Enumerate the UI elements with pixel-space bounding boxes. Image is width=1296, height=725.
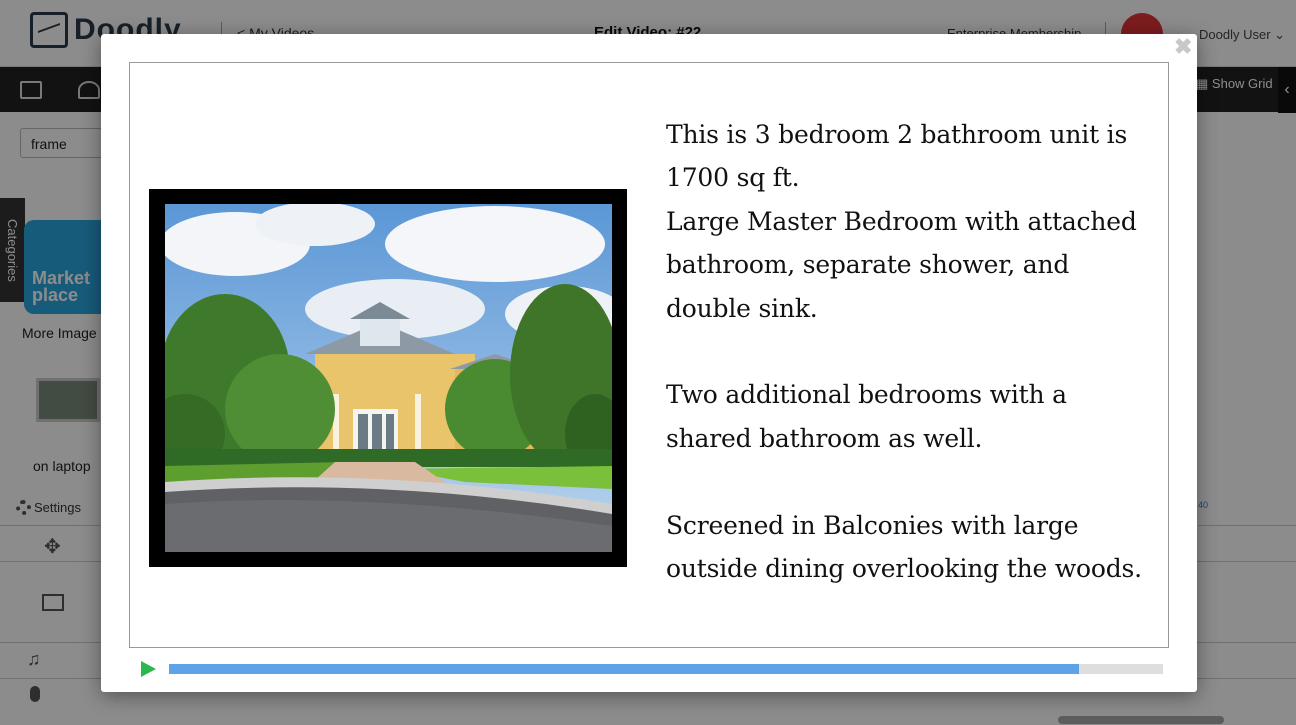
close-icon[interactable]: ✖ xyxy=(1174,36,1192,58)
slide-paragraph: This is 3 bedroom 2 bathroom unit is 170… xyxy=(666,120,1137,323)
playback-progress-bar[interactable] xyxy=(169,664,1163,674)
slide-text: This is 3 bedroom 2 bathroom unit is 170… xyxy=(666,113,1146,590)
video-preview-stage: This is 3 bedroom 2 bathroom unit is 170… xyxy=(129,62,1169,648)
photo-frame xyxy=(149,189,627,567)
progress-fill xyxy=(169,664,1079,674)
preview-modal: ✖ This is 3 bedroom 2 bathroom unit is 1… xyxy=(101,34,1197,692)
slide-paragraph: Screened in Balconies with large outside… xyxy=(666,510,1142,584)
property-photo xyxy=(165,204,612,552)
play-icon[interactable] xyxy=(141,661,156,677)
slide-paragraph: Two additional bedrooms with a shared ba… xyxy=(666,380,1067,453)
